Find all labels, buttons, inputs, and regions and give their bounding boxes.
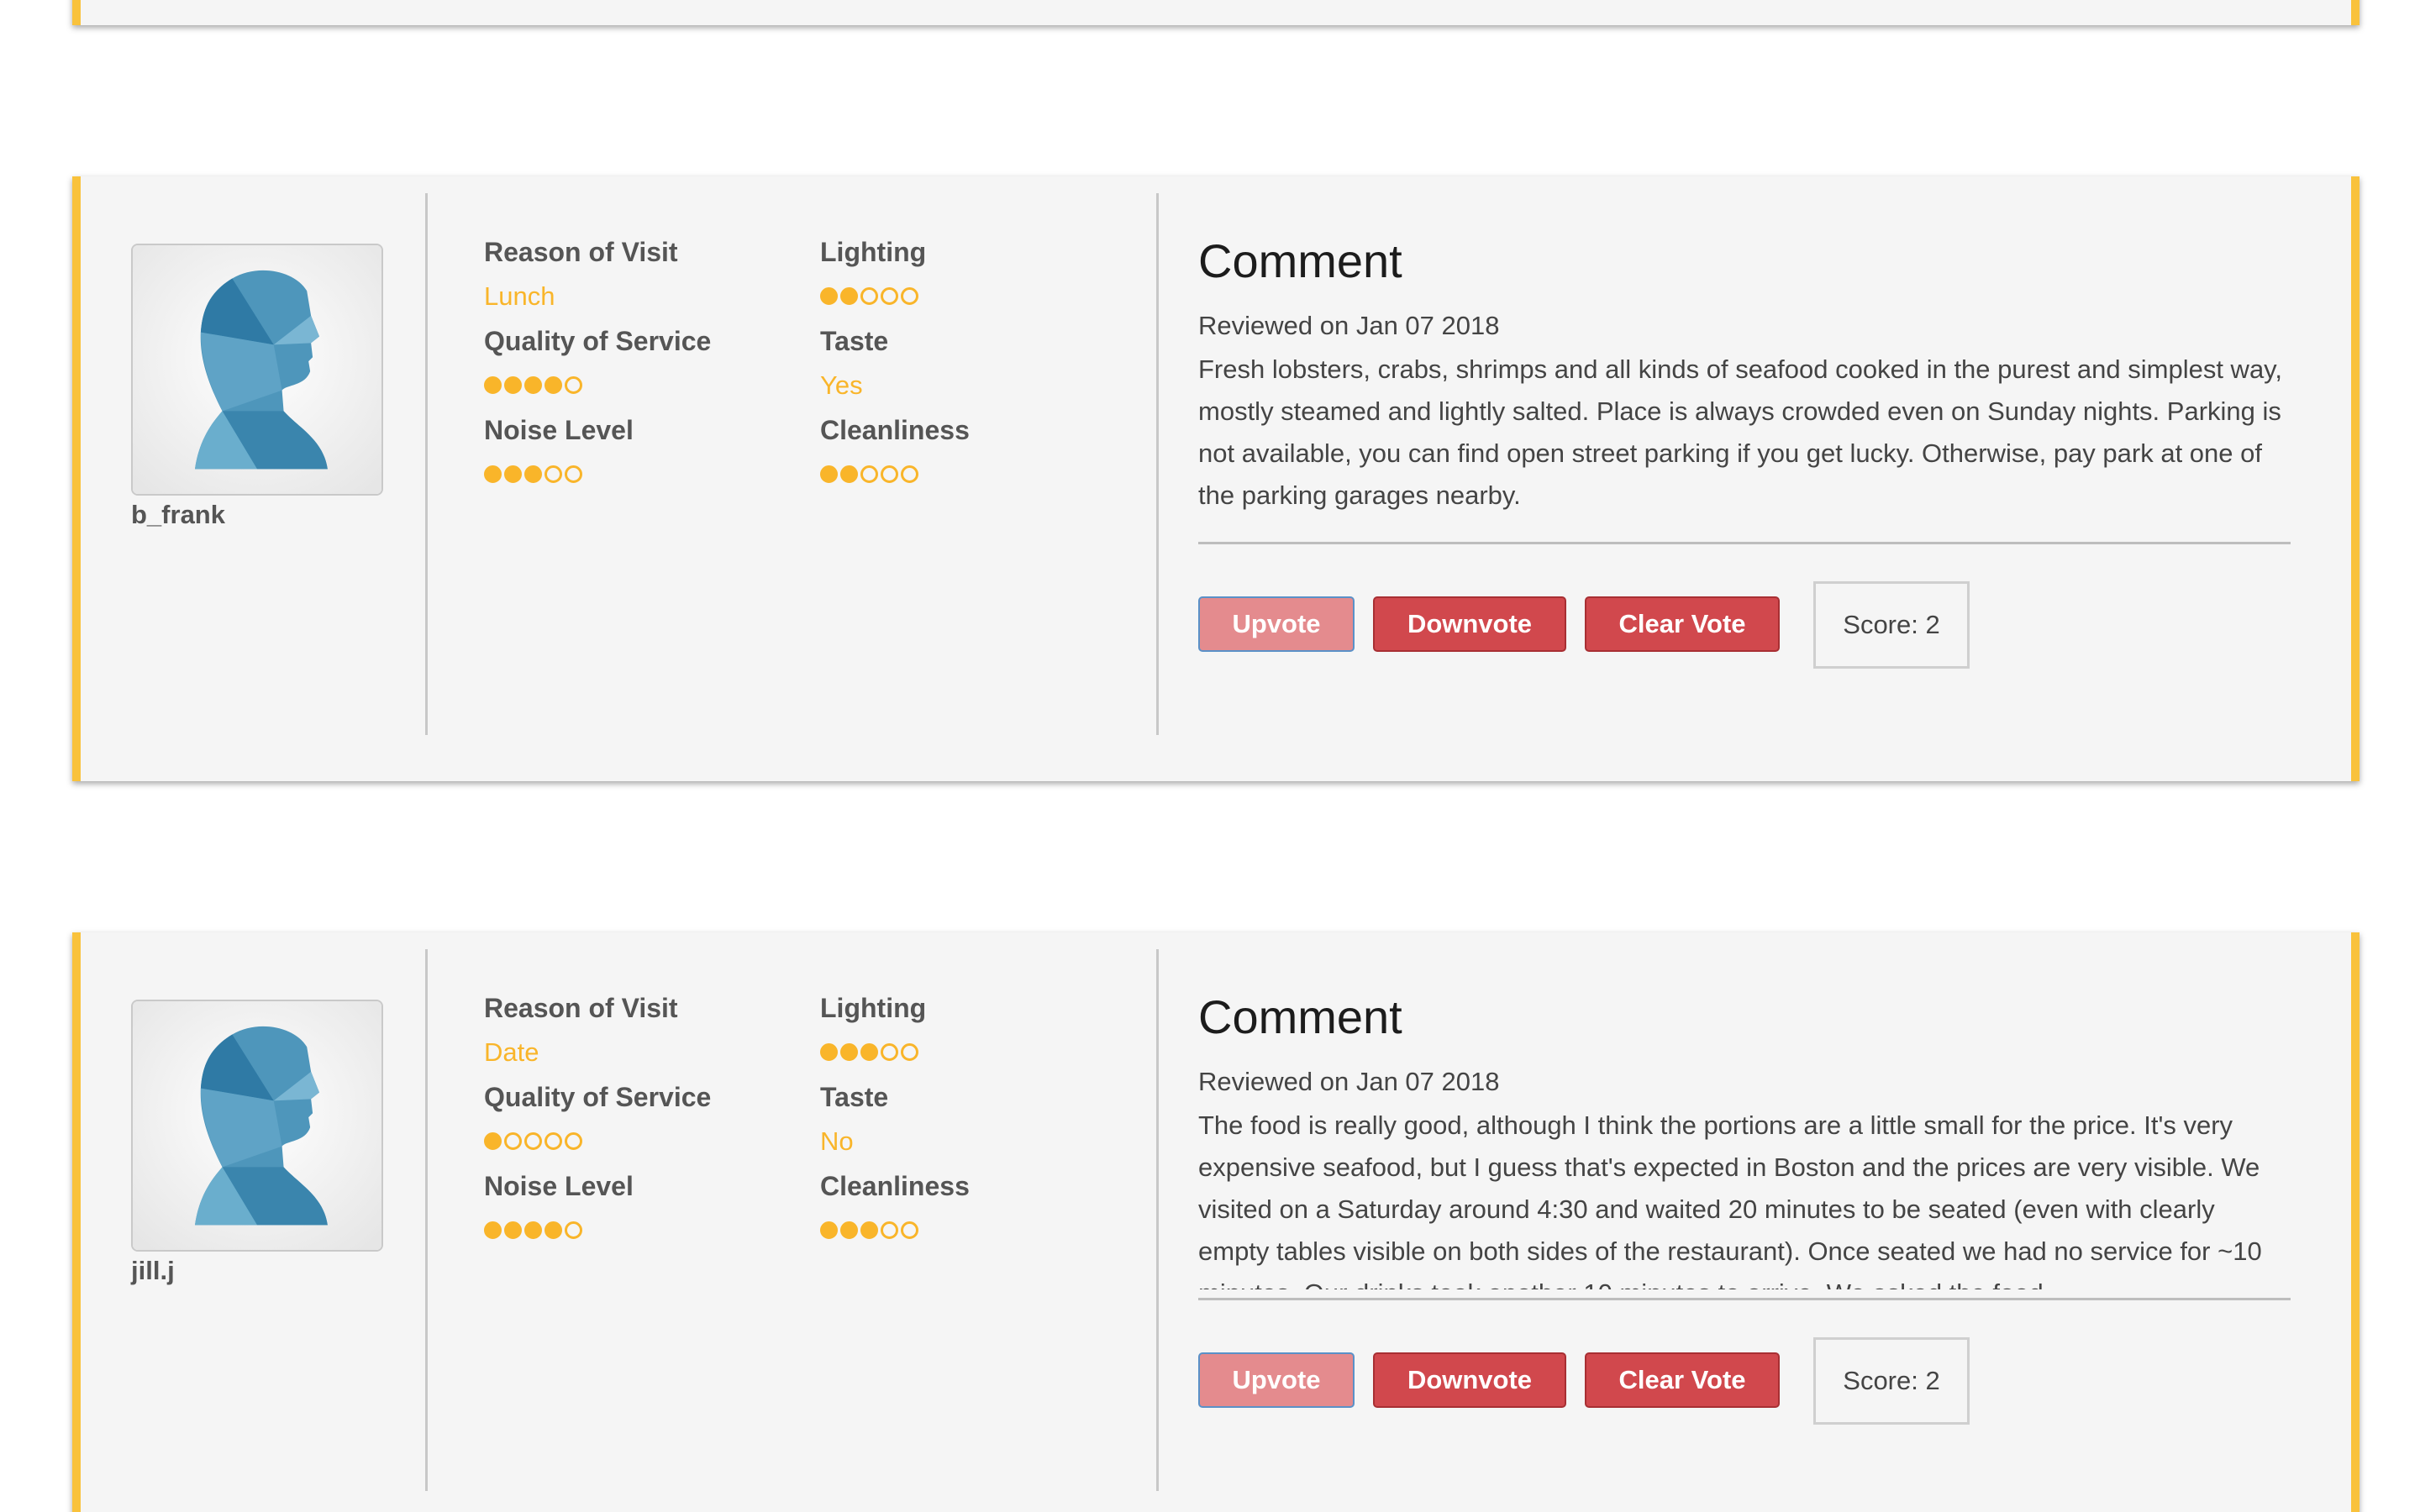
rating-dot-filled-icon (524, 376, 542, 394)
rating-dot-empty-icon (524, 1132, 542, 1150)
lighting-rating (820, 287, 918, 305)
quality-of-service-label: Quality of Service (484, 1082, 712, 1112)
quality-of-service-rating (484, 376, 582, 394)
rating-dot-empty-icon (901, 465, 918, 483)
rating-dot-filled-icon (524, 465, 542, 483)
divider (1156, 193, 1159, 735)
user-silhouette-icon (133, 1001, 381, 1250)
comment-text[interactable]: The food is really good, although I thin… (1198, 1105, 2291, 1289)
taste-label: Taste (820, 326, 889, 356)
rating-dot-filled-icon (544, 376, 562, 394)
lighting-rating (820, 1043, 918, 1061)
rating-dot-empty-icon (565, 465, 582, 483)
rating-dot-empty-icon (881, 465, 898, 483)
divider (1156, 949, 1159, 1491)
cleanliness-rating (820, 465, 918, 483)
quality-of-service-rating (484, 1132, 582, 1150)
rating-dot-filled-icon (840, 1221, 858, 1239)
quality-of-service-label: Quality of Service (484, 326, 712, 356)
rating-dot-filled-icon (504, 1221, 522, 1239)
divider (425, 949, 428, 1491)
rating-dot-empty-icon (901, 1043, 918, 1061)
comment-title: Comment (1198, 234, 1402, 287)
reason-of-visit-label: Reason of Visit (484, 993, 678, 1023)
reason-of-visit-value: Date (484, 1037, 539, 1067)
rating-dot-empty-icon (881, 287, 898, 305)
rating-dot-filled-icon (820, 1043, 838, 1061)
rating-dot-filled-icon (860, 1221, 878, 1239)
reason-of-visit-value: Lunch (484, 281, 555, 311)
review-card-previous (72, 0, 2360, 25)
user-silhouette-icon (133, 245, 381, 494)
rating-dot-filled-icon (484, 1132, 502, 1150)
noise-level-label: Noise Level (484, 415, 634, 445)
cleanliness-label: Cleanliness (820, 1171, 970, 1201)
noise-level-rating (484, 1221, 582, 1239)
lighting-label: Lighting (820, 993, 927, 1023)
clear-vote-button[interactable]: Clear Vote (1585, 596, 1780, 652)
rating-dot-empty-icon (860, 287, 878, 305)
rating-dot-filled-icon (544, 1221, 562, 1239)
comment-text: Fresh lobsters, crabs, shrimps and all k… (1198, 354, 2282, 510)
noise-level-label: Noise Level (484, 1171, 634, 1201)
rating-dot-empty-icon (565, 1132, 582, 1150)
rating-dot-empty-icon (504, 1132, 522, 1150)
rating-dot-filled-icon (840, 465, 858, 483)
avatar (131, 244, 383, 496)
reason-of-visit-label: Reason of Visit (484, 237, 678, 267)
review-card: b_frank Reason of Visit Lunch Lighting Q… (72, 176, 2360, 781)
taste-value: Yes (820, 370, 863, 400)
rating-dot-empty-icon (565, 376, 582, 394)
rating-dot-filled-icon (524, 1221, 542, 1239)
rating-dot-filled-icon (840, 287, 858, 305)
downvote-button[interactable]: Downvote (1373, 596, 1566, 652)
rating-dot-filled-icon (504, 376, 522, 394)
rating-dot-filled-icon (820, 465, 838, 483)
upvote-button[interactable]: Upvote (1198, 596, 1355, 652)
score-display: Score: 2 (1813, 581, 1970, 669)
lighting-label: Lighting (820, 237, 927, 267)
review-date: Reviewed on Jan 07 2018 (1198, 311, 1500, 340)
rating-dot-empty-icon (881, 1221, 898, 1239)
rating-dot-empty-icon (544, 1132, 562, 1150)
rating-dot-filled-icon (820, 1221, 838, 1239)
rating-dot-empty-icon (860, 465, 878, 483)
rating-dot-filled-icon (820, 287, 838, 305)
rating-dot-filled-icon (504, 465, 522, 483)
comment-divider (1198, 1298, 2291, 1300)
upvote-button[interactable]: Upvote (1198, 1352, 1355, 1408)
review-card: jill.j Reason of Visit Date Lighting Qua… (72, 932, 2360, 1512)
comment-title: Comment (1198, 990, 1402, 1043)
rating-dot-filled-icon (484, 376, 502, 394)
rating-dot-filled-icon (484, 465, 502, 483)
rating-dot-empty-icon (544, 465, 562, 483)
avatar (131, 1000, 383, 1252)
rating-dot-filled-icon (484, 1221, 502, 1239)
username: b_frank (131, 500, 225, 529)
taste-label: Taste (820, 1082, 889, 1112)
taste-value: No (820, 1126, 854, 1156)
cleanliness-label: Cleanliness (820, 415, 970, 445)
rating-dot-empty-icon (565, 1221, 582, 1239)
rating-dot-empty-icon (901, 1221, 918, 1239)
username: jill.j (131, 1256, 175, 1285)
clear-vote-button[interactable]: Clear Vote (1585, 1352, 1780, 1408)
rating-dot-empty-icon (881, 1043, 898, 1061)
noise-level-rating (484, 465, 582, 483)
rating-dot-filled-icon (860, 1043, 878, 1061)
downvote-button[interactable]: Downvote (1373, 1352, 1566, 1408)
cleanliness-rating (820, 1221, 918, 1239)
rating-dot-empty-icon (901, 287, 918, 305)
score-display: Score: 2 (1813, 1337, 1970, 1425)
review-date: Reviewed on Jan 07 2018 (1198, 1067, 1500, 1096)
comment-divider (1198, 542, 2291, 544)
divider (425, 193, 428, 735)
rating-dot-filled-icon (840, 1043, 858, 1061)
reviews-page: b_frank Reason of Visit Lunch Lighting Q… (0, 0, 2420, 1512)
